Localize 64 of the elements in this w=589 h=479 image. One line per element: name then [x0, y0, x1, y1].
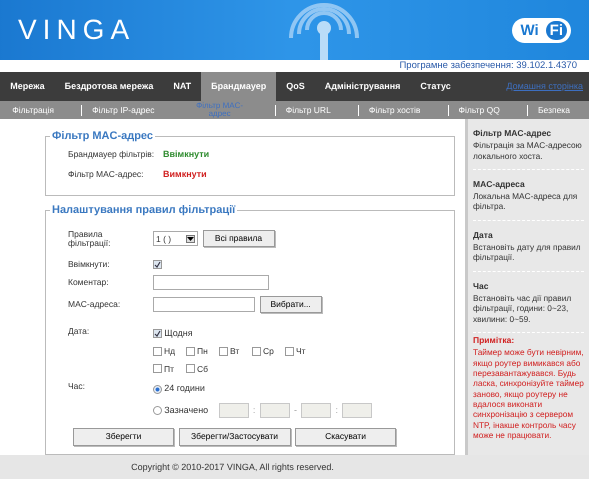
- help-text: Локальна MAC-адреса для фільтра.: [473, 191, 578, 212]
- help-text: Встановіть дату для правил фільтрації.: [473, 242, 582, 263]
- select-value: 1 ( ): [156, 232, 172, 246]
- note-text: Таймер може бути невірним, якщо роутер вимикався або перезавантажувався. Будь ласка, синхронізуйте таймер заново, якщо роутеру не вдалося виконати синхронізацію з сервером NTP, інакше контроль часу може не працювати.: [473, 347, 584, 440]
- day-checkbox[interactable]: [252, 346, 261, 356]
- nav-tab[interactable]: Бездротова мережа: [54, 72, 164, 101]
- separator: :: [334, 404, 339, 417]
- panel-title: Налаштування правил фільтрації: [51, 205, 236, 216]
- status-value: Вимкнути: [163, 168, 207, 181]
- separator: -: [292, 404, 298, 417]
- panel-title: Фільтр MAC-адрес: [51, 131, 154, 142]
- checkbox-label: Нд: [164, 344, 176, 358]
- mac-field[interactable]: [153, 296, 255, 312]
- checkbox-label: Пт: [164, 362, 174, 376]
- checkbox-label: Ср: [263, 344, 274, 358]
- day-checkbox[interactable]: [186, 346, 195, 356]
- checkbox-label: Вт: [230, 344, 240, 358]
- field-label: Час:: [68, 382, 86, 392]
- day-checkbox[interactable]: [186, 364, 195, 374]
- field-label: Дата:: [68, 326, 90, 336]
- choose-button[interactable]: Вибрати...: [260, 296, 322, 313]
- note-title: Примітка:: [473, 334, 516, 346]
- status-label: Брандмауер фільтрів:: [68, 150, 156, 160]
- help-title: Час: [473, 280, 490, 291]
- day-checkbox[interactable]: [285, 346, 294, 356]
- field-label: MAC-адреса:: [68, 300, 122, 309]
- separator: :: [252, 404, 256, 417]
- field-label: Коментар:: [68, 278, 110, 287]
- cancel-button[interactable]: Скасувати: [295, 428, 396, 446]
- checkbox-label: Чт: [296, 344, 306, 358]
- enable-checkbox[interactable]: [153, 260, 162, 269]
- help-title: Фільтр MAC-адрес: [473, 128, 552, 138]
- nav-tab[interactable]: Адміністрування: [314, 72, 410, 101]
- field-label: Ввімкнути:: [68, 260, 111, 269]
- rule-select[interactable]: 1 ( ): [153, 231, 198, 246]
- status-value: Ввімкнути: [163, 148, 210, 161]
- day-checkbox[interactable]: [219, 346, 228, 356]
- day-checkbox[interactable]: [153, 346, 162, 356]
- comment-field[interactable]: [153, 274, 269, 290]
- nav-tab[interactable]: Статус: [410, 72, 461, 101]
- checkbox-label: Щодня: [164, 326, 193, 340]
- nav-tab[interactable]: QoS: [276, 72, 315, 101]
- checkbox-label: Пн: [197, 344, 208, 358]
- save-apply-button[interactable]: Зберегти/Застосувати: [178, 428, 290, 446]
- daily-checkbox[interactable]: [153, 329, 162, 338]
- nav-tab[interactable]: NAT: [163, 72, 202, 101]
- help-text: Фільтрація за MAC-адресою локального хоста.: [473, 140, 583, 161]
- dropdown-arrow-icon: [186, 234, 195, 243]
- field-label: Правила фільтрації:: [68, 230, 112, 248]
- wifi-logo: Wi Fi: [512, 18, 571, 42]
- radio-label: 24 години: [164, 382, 205, 396]
- logo: VINGA: [18, 16, 136, 44]
- all-rules-button[interactable]: Всі правила: [202, 230, 274, 248]
- help-text: Встановіть час дії правил фільтрації, години: 0~23, хвилини: 0~59.: [473, 292, 572, 324]
- checkbox-label: Сб: [197, 362, 208, 376]
- status-label: Фільтр MAC-адрес:: [68, 170, 145, 179]
- help-title: Дата: [473, 230, 494, 240]
- firmware-version: Програмне забезпечення: 39.102.1.4370: [399, 60, 577, 71]
- save-button[interactable]: Зберегти: [73, 428, 174, 446]
- radio-label: Зазначено: [164, 404, 208, 417]
- day-checkbox[interactable]: [153, 364, 162, 374]
- nav-tab[interactable]: Мережа: [2, 72, 55, 101]
- copyright-text: Copyright © 2010-2017 VINGA, All rights reserved.: [130, 461, 335, 474]
- help-title: MAC-адреса: [473, 178, 526, 190]
